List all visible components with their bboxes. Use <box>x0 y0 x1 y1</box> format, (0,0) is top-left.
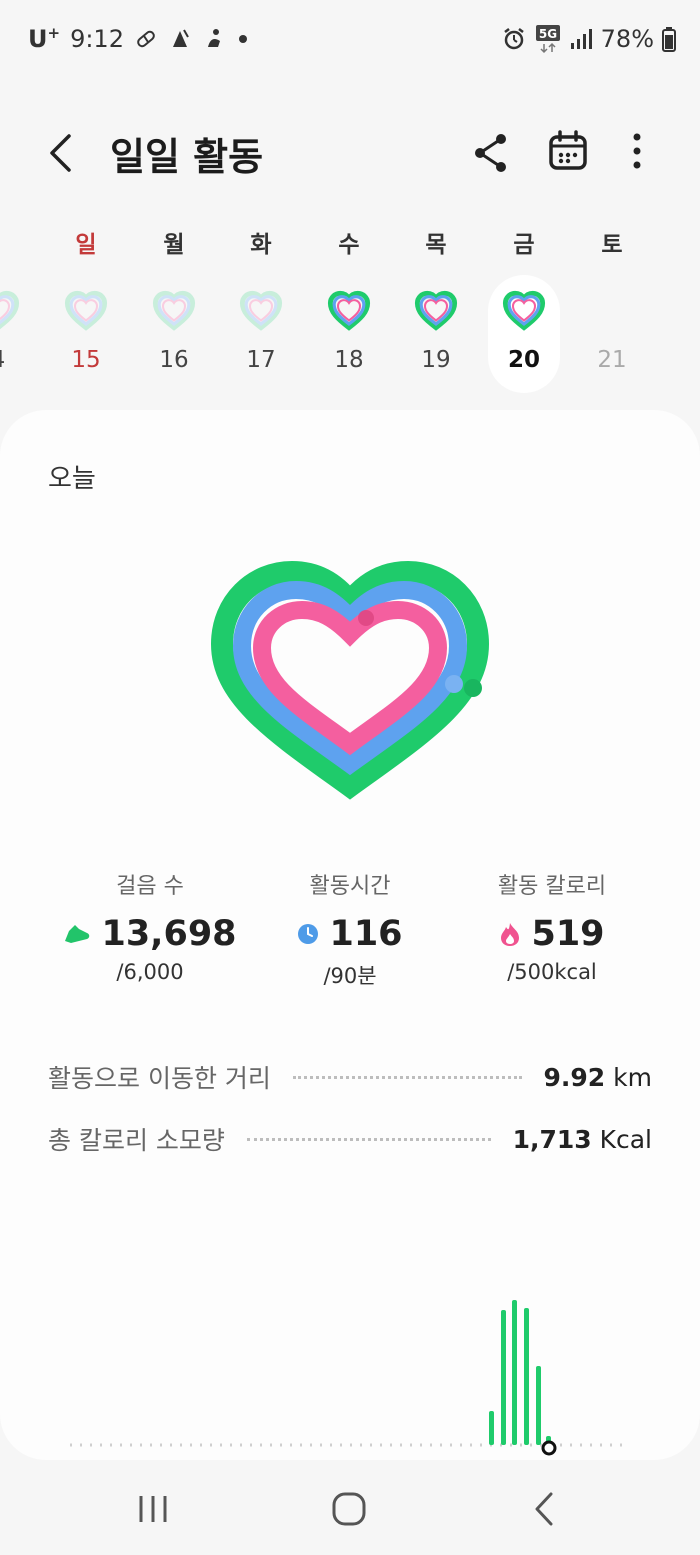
stat-steps-goal: /6,000 <box>116 960 184 984</box>
day-cell-16[interactable]: 16 <box>138 275 210 393</box>
network-badge-text: 5G <box>539 27 557 41</box>
hourly-activity-chart[interactable] <box>60 1280 640 1460</box>
distance-label: 활동으로 이동한 거리 <box>48 1064 271 1093</box>
day-heart-icon <box>239 289 283 331</box>
weekday-wed: 수 <box>338 232 360 258</box>
daily-activity-card: 오늘 걸음 수 13,698 /6,000 활동시간 116 /90분 활동 칼… <box>0 410 700 1460</box>
week-strip: 일 월 화 수 목 금 토 4 15 16 17 18 19 20 21 <box>0 225 700 405</box>
clock-icon <box>298 924 319 944</box>
alarm-icon <box>503 28 524 50</box>
pill-icon <box>137 30 155 47</box>
chart-bar <box>536 1366 541 1445</box>
day-heart-icon <box>502 289 546 331</box>
day-number: 18 <box>334 347 364 373</box>
total-calories-label: 총 칼로리 소모량 <box>48 1126 225 1155</box>
clock-time: 9:12 <box>70 24 124 53</box>
calendar-icon[interactable] <box>545 128 591 174</box>
total-calories-row: 총 칼로리 소모량 1,713 Kcal <box>48 1119 652 1159</box>
leader-dots <box>246 1137 491 1141</box>
dot-icon <box>238 34 247 43</box>
shoe-icon <box>65 925 90 943</box>
day-cell-15[interactable]: 15 <box>50 275 122 393</box>
stat-steps-value: 13,698 <box>101 914 237 954</box>
day-number: 17 <box>246 347 276 373</box>
signal-icon <box>570 29 592 49</box>
stat-time-value: 116 <box>329 914 403 954</box>
distance-value: 9.92 km <box>543 1062 652 1092</box>
day-number: 4 <box>0 347 34 373</box>
day-cell-20-selected[interactable]: 20 <box>488 275 560 393</box>
stat-steps-value-row: 13,698 <box>50 914 250 954</box>
chart-bar <box>501 1310 506 1445</box>
share-icon[interactable] <box>468 130 514 176</box>
stat-steps-label: 걸음 수 <box>116 874 184 899</box>
home-icon[interactable] <box>324 1484 374 1534</box>
weekday-tue: 화 <box>250 232 272 258</box>
day-number: 20 <box>507 347 540 373</box>
notification-icons <box>134 27 250 51</box>
day-cell-19[interactable]: 19 <box>400 275 472 393</box>
stat-time-value-row: 116 <box>250 914 450 954</box>
day-cell-18[interactable]: 18 <box>313 275 385 393</box>
chart-bar <box>524 1308 529 1445</box>
back-nav-icon[interactable] <box>520 1484 570 1534</box>
stat-calories-value: 519 <box>531 914 605 954</box>
status-right: 5G 78% <box>501 24 676 54</box>
day-number: 21 <box>597 347 627 373</box>
flame-icon <box>501 923 520 946</box>
stat-steps[interactable]: 걸음 수 13,698 /6,000 <box>50 868 250 984</box>
day-heart-icon <box>0 289 20 331</box>
page-title: 일일 활동 <box>110 135 264 179</box>
recents-icon[interactable] <box>128 1484 178 1534</box>
stat-calories-label: 활동 칼로리 <box>497 874 607 899</box>
chart-bar <box>489 1411 494 1445</box>
system-nav-bar <box>0 1462 700 1555</box>
more-options-icon[interactable] <box>614 128 660 174</box>
stat-active-time[interactable]: 활동시간 116 /90분 <box>250 868 450 990</box>
day-number: 19 <box>421 347 451 373</box>
weekday-thu: 목 <box>425 232 447 258</box>
day-cell-4[interactable]: 4 <box>0 275 34 393</box>
stat-time-label: 활동시간 <box>309 874 391 899</box>
day-cell-21: 21 <box>576 275 648 393</box>
distance-row: 활동으로 이동한 거리 9.92 km <box>48 1057 652 1097</box>
weekday-sun: 일 <box>75 232 97 258</box>
activity-icon <box>207 28 220 47</box>
weekday-fri: 금 <box>513 232 535 258</box>
battery-icon <box>662 27 676 52</box>
day-cell-17[interactable]: 17 <box>225 275 297 393</box>
day-heart-icon <box>414 289 458 331</box>
battery-percent: 78% <box>600 25 654 53</box>
network-5g-icon: 5G <box>535 25 560 54</box>
stats-row: 걸음 수 13,698 /6,000 활동시간 116 /90분 활동 칼로리 … <box>0 868 700 998</box>
food-icon <box>172 29 189 47</box>
app-bar: 일일 활동 <box>0 110 700 195</box>
total-calories-value: 1,713 Kcal <box>512 1124 652 1154</box>
carrier-label: U+ <box>28 24 61 53</box>
day-number: 15 <box>71 347 101 373</box>
chart-current-marker <box>541 1440 557 1456</box>
back-icon[interactable] <box>36 128 86 178</box>
activity-rings-heart[interactable] <box>208 558 492 800</box>
weekday-mon: 월 <box>163 232 185 258</box>
day-number: 16 <box>159 347 189 373</box>
stat-calories-goal: /500kcal <box>507 960 597 984</box>
today-label: 오늘 <box>48 464 96 494</box>
stat-time-goal: /90분 <box>323 964 377 988</box>
day-heart-icon <box>152 289 196 331</box>
leader-dots <box>292 1075 522 1079</box>
day-heart-icon <box>327 289 371 331</box>
status-left: U+ 9:12 <box>28 24 250 53</box>
stat-calories-value-row: 519 <box>452 914 652 954</box>
status-bar: U+ 9:12 5G 78% <box>0 0 700 80</box>
steps-ring-cap <box>464 679 482 697</box>
day-heart-icon <box>64 289 108 331</box>
stat-calories[interactable]: 활동 칼로리 519 /500kcal <box>452 868 652 984</box>
chart-bar <box>512 1300 517 1445</box>
weekday-sat: 토 <box>601 232 623 258</box>
